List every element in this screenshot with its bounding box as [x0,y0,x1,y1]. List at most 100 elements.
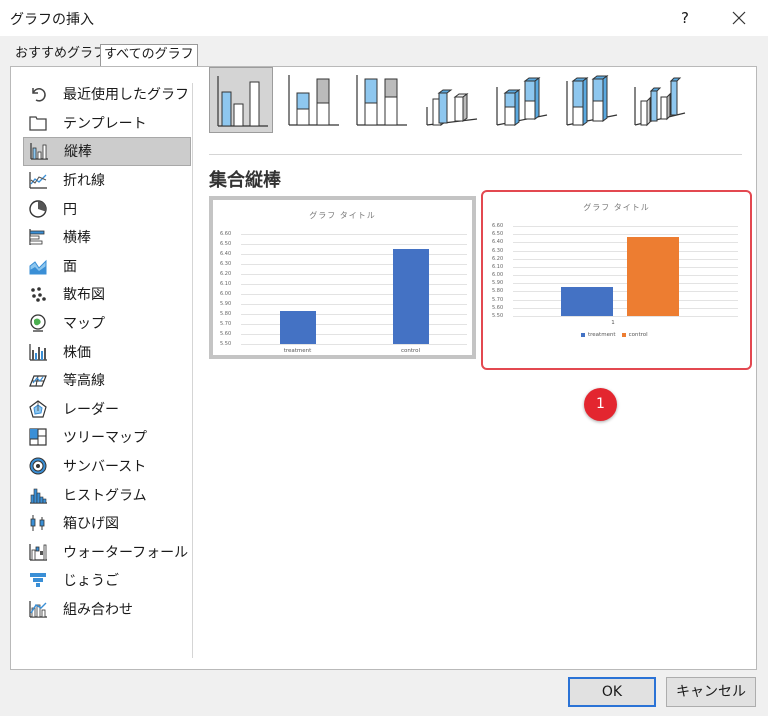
y-tick-label: 6.00 [220,291,232,297]
sidebar-item-sunburst[interactable]: サンバースト [23,452,191,481]
x-category-label: control [400,348,421,354]
gridline [513,226,738,227]
sidebar-item-recent[interactable]: 最近使用したグラフ [23,80,191,109]
tab-recommended[interactable]: おすすめグラフ [12,44,109,66]
sidebar-item-boxwhisker[interactable]: 箱ひげ図 [23,509,191,538]
sidebar-item-bar[interactable]: 横棒 [23,223,191,252]
sidebar-item-label: 円 [63,201,77,218]
gridline [241,264,467,265]
y-tick-label: 6.50 [220,241,232,247]
cancel-button[interactable]: キャンセル [666,677,756,707]
sidebar-item-label: マップ [63,316,105,333]
gridline [513,258,738,260]
area-chart-icon [27,255,49,277]
x-category-label: treatment [283,348,312,354]
funnel-icon [27,569,49,591]
sidebar-item-pie[interactable]: 円 [23,194,191,223]
chart-title: グラフ タイトル [309,211,376,220]
sidebar-item-label: 面 [63,258,77,275]
sidebar-item-combo[interactable]: 組み合わせ [23,595,191,624]
y-tick-label: 6.10 [220,281,232,287]
data-bar [392,249,429,344]
gridline [241,314,467,315]
gridline [513,316,738,317]
y-tick-label: 5.70 [220,321,232,327]
y-tick-label: 5.60 [220,331,232,337]
y-tick-label: 5.90 [492,280,504,287]
gridline [513,234,738,236]
chart-type-list: 最近使用したグラフ テンプレート 縦棒 折れ線 円 横棒 面 散布図 マップ 株… [23,80,191,623]
chart-title: グラフ タイトル [583,203,650,212]
y-tick-label: 6.20 [492,255,504,262]
sidebar-item-scatter[interactable]: 散布図 [23,280,191,309]
percent-stacked-column-icon [356,75,407,126]
gridline [513,266,738,268]
sidebar-item-label: ツリーマップ [63,430,147,447]
y-tick-label: 6.00 [492,272,504,279]
ok-button[interactable]: OK [568,677,656,707]
sidebar-item-map[interactable]: マップ [23,309,191,338]
y-tick-label: 6.50 [492,231,504,238]
sidebar-item-template[interactable]: テンプレート [23,109,191,138]
sidebar-item-waterfall[interactable]: ウォーターフォール [23,538,191,567]
gridline [513,299,738,301]
subtype-3d-column[interactable] [627,67,691,133]
sidebar-item-radar[interactable]: レーダー [23,395,191,424]
sidebar-item-label: じょうご [63,573,119,590]
sidebar-item-treemap[interactable]: ツリーマップ [23,423,191,452]
y-tick-label: 6.40 [492,239,504,246]
chart-preview-option-1[interactable]: グラフ タイトル 6.60 6.50 6.40 6.30 6.20 6.10 6.00 5.9… [209,196,476,359]
gridline [241,334,467,335]
gridline [513,307,738,309]
chart-subtype-heading: 集合縦棒 [209,170,281,191]
sidebar-item-area[interactable]: 面 [23,252,191,281]
sidebar-item-stock[interactable]: 株価 [23,337,191,366]
box-whisker-icon [27,512,49,534]
pie-chart-icon [27,198,49,220]
y-tick-label: 5.50 [492,313,504,319]
subtype-clustered-column[interactable] [209,67,273,133]
close-button[interactable] [724,4,754,32]
sidebar-item-line[interactable]: 折れ線 [23,166,191,195]
y-tick-label: 5.60 [492,304,504,311]
gridline [241,294,467,295]
subtype-stacked-column[interactable] [281,67,345,133]
sidebar-item-label: サンバースト [63,459,147,476]
treemap-icon [27,426,49,448]
undo-icon [27,83,49,105]
sidebar-divider [192,83,193,658]
sidebar-item-label: 散布図 [63,287,105,304]
x-category-label: 1 [611,320,615,326]
clustered-column-icon [217,76,268,127]
tab-all-charts[interactable]: すべてのグラフ [100,44,198,67]
subtype-3d-clustered-column[interactable] [419,67,483,133]
chart-preview-option-2[interactable]: グラフ タイトル 6.60 6.50 6.40 6.30 6.20 6.10 6.00 5.9… [481,190,752,370]
legend-swatch [621,333,626,337]
legend-label: treatment [588,332,616,338]
sidebar-item-label: 折れ線 [63,173,105,190]
gridline [241,324,467,325]
y-tick-label: 6.10 [492,263,504,270]
y-tick-label: 6.40 [220,251,232,257]
bar-chart-icon [27,226,49,248]
y-tick-label: 5.50 [220,341,232,347]
subtype-3d-100-stacked-column[interactable] [559,67,623,133]
gridline [241,304,467,305]
legend-label: control [628,332,648,338]
gridline [241,274,467,275]
help-button[interactable]: ? [672,6,698,30]
y-tick-label: 5.90 [220,301,232,307]
sidebar-item-surface[interactable]: 等高線 [23,366,191,395]
gridline [513,242,738,244]
sidebar-item-label: 箱ひげ図 [63,516,119,533]
3d-stacked-column-icon [496,77,548,126]
y-tick-label: 6.30 [220,261,232,267]
3d-column-icon [634,77,686,127]
sidebar-item-column[interactable]: 縦棒 [23,137,191,166]
subtype-3d-stacked-column[interactable] [489,67,553,133]
sidebar-item-funnel[interactable]: じょうご [23,566,191,595]
close-icon [732,11,746,25]
sidebar-item-histogram[interactable]: ヒストグラム [23,480,191,509]
subtype-100-stacked-column[interactable] [349,67,413,133]
line-chart-icon [27,169,49,191]
